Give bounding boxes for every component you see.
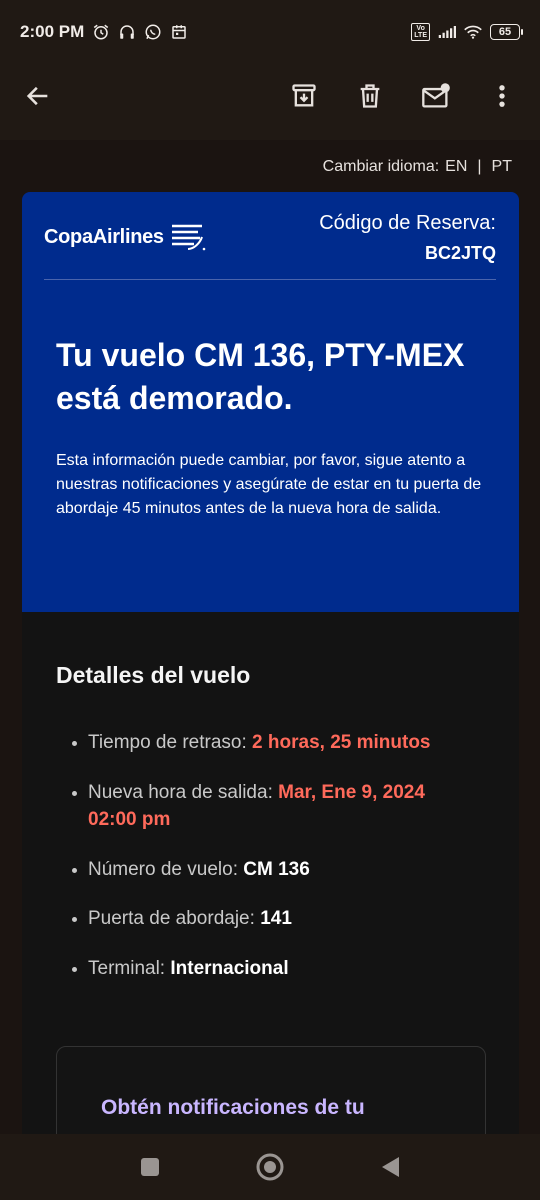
app-bar (0, 64, 540, 128)
back-arrow-icon[interactable] (20, 78, 56, 114)
booking-code: Código de Reserva: BC2JTQ (319, 212, 496, 264)
copa-wing-icon (171, 224, 206, 251)
gate-value: 141 (260, 908, 292, 930)
flight-details-card: Detalles del vuelo Tiempo de retraso: 2 … (22, 612, 519, 1134)
terminal-value: Internacional (170, 957, 289, 979)
alarm-icon (92, 23, 110, 41)
booking-code-label: Código de Reserva: (319, 212, 496, 234)
language-label: Cambiar idioma: (322, 158, 440, 175)
back-triangle-icon[interactable] (372, 1149, 408, 1185)
list-item-flight-number: Número de vuelo: CM 136 (56, 856, 476, 884)
more-vert-icon[interactable] (484, 78, 520, 114)
volte-icon: Vo LTE (411, 23, 430, 41)
details-list: Tiempo de retraso: 2 horas, 25 minutos N… (56, 729, 476, 982)
brand-row: CopaAirlines Código de Reserva: BC2JTQ (44, 192, 496, 280)
details-title: Detalles del vuelo (56, 662, 251, 688)
notifications-title[interactable]: Obtén notificaciones de tu (101, 1093, 485, 1122)
brand-name: CopaAirlines (44, 225, 164, 248)
headphones-icon (118, 23, 136, 41)
booking-code-value: BC2JTQ (424, 243, 496, 263)
status-time: 2:00 PM (20, 22, 85, 41)
email-body: Cambiar idioma: EN | PT CopaAirlines Cód… (0, 140, 540, 1134)
flight-number-value: CM 136 (243, 858, 310, 880)
list-item-new-departure: Nueva hora de salida: Mar, Ene 9, 2024 0… (56, 779, 476, 834)
language-separator: | (477, 158, 482, 175)
recents-square-icon[interactable] (132, 1149, 168, 1185)
home-circle-icon[interactable] (252, 1149, 288, 1185)
delay-value: 2 horas, 25 minutos (252, 732, 431, 753)
wifi-icon (464, 23, 482, 41)
status-bar: 2:00 PM Vo LTE 65 (0, 0, 540, 64)
signal-icon (438, 23, 456, 41)
alert-info: Esta información puede cambiar, por favo… (56, 452, 482, 518)
language-option-en[interactable]: EN (445, 158, 467, 176)
notifications-promo: Obtén notificaciones de tu (56, 1046, 486, 1134)
copa-logo: CopaAirlines (44, 222, 206, 252)
list-item-delay: Tiempo de retraso: 2 horas, 25 minutos (56, 729, 476, 757)
mark-unread-icon[interactable] (418, 78, 454, 114)
delete-icon[interactable] (352, 78, 388, 114)
calendar-icon (170, 23, 188, 41)
battery-icon: 65 (490, 24, 523, 40)
list-item-gate: Puerta de abordaje: 141 (56, 905, 476, 933)
list-item-terminal: Terminal: Internacional (56, 955, 476, 983)
language-switcher: Cambiar idioma: EN | PT (323, 158, 512, 176)
flight-alert-header: CopaAirlines Código de Reserva: BC2JTQ T… (22, 192, 519, 612)
system-nav-bar (0, 1134, 540, 1200)
archive-icon[interactable] (286, 78, 322, 114)
alert-headline: Tu vuelo CM 136, PTY-MEX está demorado. (56, 337, 465, 416)
language-option-pt[interactable]: PT (492, 158, 512, 176)
whatsapp-icon (144, 23, 162, 41)
